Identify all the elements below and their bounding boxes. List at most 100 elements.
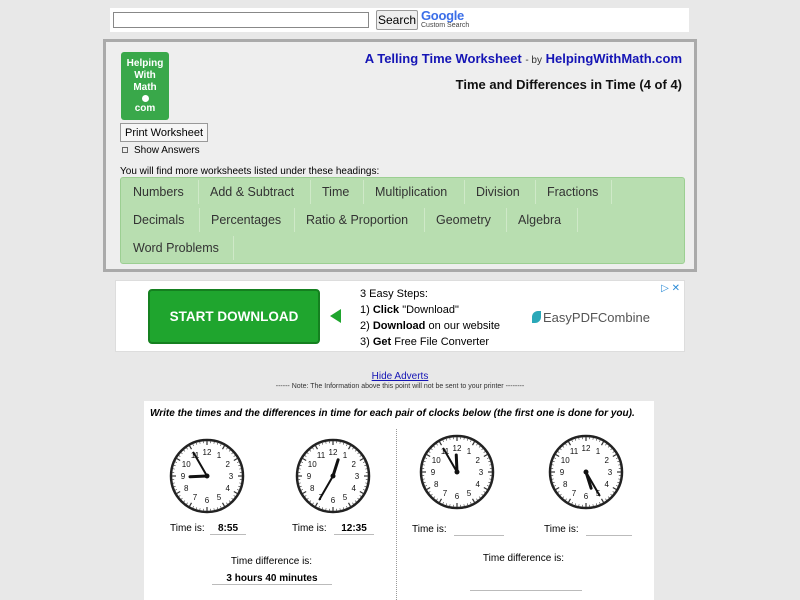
clock-numeral: 6 — [584, 492, 589, 501]
ad-step-1: 1) Click "Download" — [360, 302, 500, 318]
time-difference-blank[interactable] — [470, 590, 582, 591]
advertisement: START DOWNLOAD 3 Easy Steps: 1) Click "D… — [115, 280, 685, 352]
time-is-label: Time is: — [544, 524, 579, 535]
clock-numeral: 6 — [331, 496, 336, 505]
category-division[interactable]: Division — [476, 185, 520, 199]
logo-line-2: With — [134, 70, 156, 81]
worksheet: Write the times and the differences in t… — [144, 401, 654, 600]
time-answer-2: 12:35 — [334, 523, 374, 535]
arrow-left-icon — [330, 309, 341, 323]
time-is-label: Time is: — [412, 524, 447, 535]
start-download-button[interactable]: START DOWNLOAD — [148, 289, 320, 344]
step-2-number: 2) — [360, 320, 373, 332]
google-custom-search-label: Custom Search — [421, 22, 470, 29]
category-separator — [198, 180, 199, 204]
time-difference-answer: 3 hours 40 minutes — [212, 573, 332, 585]
clock-numeral: 3 — [355, 472, 360, 481]
category-separator — [506, 208, 507, 232]
clock-numeral: 1 — [467, 447, 472, 456]
worksheet-instructions: Write the times and the differences in t… — [150, 408, 635, 419]
analog-clock-icon: 123456789101112 — [295, 438, 371, 514]
category-time[interactable]: Time — [322, 185, 349, 199]
category-separator — [233, 236, 234, 260]
worksheet-subtitle: Time and Differences in Time (4 of 4) — [455, 77, 682, 92]
category-separator — [294, 208, 295, 232]
category-ratio-proportion[interactable]: Ratio & Proportion — [306, 213, 408, 227]
clock-numeral: 12 — [203, 448, 212, 457]
clock-numeral: 8 — [434, 480, 439, 489]
category-word-problems[interactable]: Word Problems — [133, 241, 219, 255]
clock-numeral: 6 — [205, 496, 210, 505]
category-geometry[interactable]: Geometry — [436, 213, 491, 227]
time-answer-blank[interactable] — [454, 535, 504, 536]
time-answer-1: 8:55 — [210, 523, 246, 535]
category-decimals[interactable]: Decimals — [133, 213, 184, 227]
search-input[interactable] — [113, 12, 369, 28]
google-logo: Google — [421, 8, 464, 23]
clock-numeral: 8 — [310, 484, 315, 493]
category-separator — [464, 180, 465, 204]
ad-step-3: 3) Get Free File Converter — [360, 334, 500, 350]
clock-center — [454, 469, 460, 475]
clock-center — [583, 469, 589, 475]
show-answers-checkbox[interactable] — [122, 147, 128, 154]
clock-numeral: 10 — [182, 460, 191, 469]
category-multiplication[interactable]: Multiplication — [375, 185, 447, 199]
logo-dot-icon — [141, 95, 149, 102]
clock-numeral: 11 — [570, 447, 579, 456]
title-by: - by — [525, 55, 542, 66]
time-answer-blank[interactable] — [586, 535, 632, 536]
leaf-icon — [532, 311, 541, 323]
category-numbers[interactable]: Numbers — [133, 185, 184, 199]
analog-clock-icon: 123456789101112 — [169, 438, 245, 514]
ad-steps-title: 3 Easy Steps: — [360, 288, 428, 300]
show-answers-label: Show Answers — [134, 145, 200, 156]
clock-numeral: 8 — [184, 484, 189, 493]
clock-numeral: 8 — [563, 480, 568, 489]
analog-clock-icon: 123456789101112 — [548, 434, 624, 510]
clock-numeral: 10 — [308, 460, 317, 469]
time-difference-label: Time difference is: — [482, 553, 565, 564]
hide-adverts-link[interactable]: Hide Adverts — [0, 371, 800, 382]
search-bar: Search Google Custom Search — [110, 8, 689, 32]
category-separator — [199, 208, 200, 232]
clock-numeral: 4 — [476, 480, 481, 489]
clock-numeral: 2 — [476, 456, 481, 465]
step-3-bold: Get — [372, 336, 392, 348]
logo-line-3: Math — [133, 82, 157, 93]
clock-numeral: 5 — [467, 489, 472, 498]
clock-numeral: 7 — [572, 489, 577, 498]
print-note: ------ Note: The Information above this … — [275, 383, 525, 390]
clock-numeral: 9 — [307, 472, 312, 481]
clock-numeral: 4 — [226, 484, 231, 493]
clock-numeral: 1 — [217, 451, 222, 460]
easypdfcombine-logo[interactable]: EasyPDFCombine — [532, 310, 650, 325]
category-add-subtract[interactable]: Add & Subtract — [210, 185, 294, 199]
show-answers-toggle[interactable]: Show Answers — [122, 145, 200, 156]
category-separator — [577, 208, 578, 232]
clock-numeral: 3 — [229, 472, 234, 481]
ad-step-2: 2) Download on our website — [360, 318, 500, 334]
ad-steps: 3 Easy Steps: 1) Click "Download" 2) Dow… — [360, 286, 500, 350]
category-percentages[interactable]: Percentages — [211, 213, 281, 227]
clock-numeral: 9 — [560, 468, 565, 477]
step-2-bold: Download — [372, 320, 426, 332]
header-panel: Helping With Math com A Telling Time Wor… — [103, 39, 697, 272]
category-algebra[interactable]: Algebra — [518, 213, 561, 227]
ad-close-icon[interactable]: ▷ ✕ — [661, 283, 680, 294]
clock-numeral: 5 — [217, 493, 222, 502]
category-fractions[interactable]: Fractions — [547, 185, 598, 199]
clock-numeral: 9 — [181, 472, 186, 481]
category-separator — [424, 208, 425, 232]
search-button[interactable]: Search — [376, 10, 418, 30]
clock-numeral: 5 — [343, 493, 348, 502]
clock-numeral: 3 — [479, 468, 484, 477]
category-menu: Numbers Add & Subtract Time Multiplicati… — [120, 177, 685, 264]
print-worksheet-button[interactable]: Print Worksheet — [120, 123, 209, 142]
site-name-link[interactable]: HelpingWithMath.com — [546, 51, 682, 66]
clock-numeral: 12 — [453, 444, 462, 453]
logo-line-4: com — [134, 103, 156, 114]
clock-numeral: 2 — [605, 456, 610, 465]
clock-numeral: 4 — [352, 484, 357, 493]
site-logo[interactable]: Helping With Math com — [121, 52, 169, 120]
